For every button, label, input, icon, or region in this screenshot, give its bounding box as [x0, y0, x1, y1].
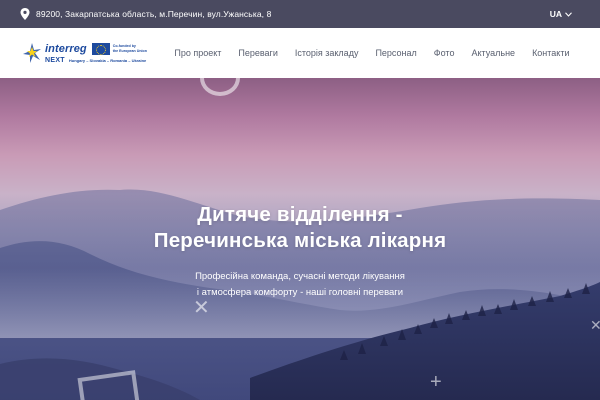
address-text: 89200, Закарпатська область, м.Перечин, … [36, 9, 272, 19]
nav-item-staff[interactable]: Персонал [367, 48, 425, 58]
hero-title: Дитяче відділення - Перечинська міська л… [0, 202, 600, 254]
eu-flag-icon [91, 42, 110, 55]
main-nav: Про проект Переваги Історія закладу Перс… [166, 48, 578, 58]
hero-banner: ✕ + ✕ Дитяче відділення - Перечинська мі… [0, 78, 600, 400]
decorative-cross-icon-2: ✕ [590, 317, 600, 333]
logo-countries: Hungary – Slovakia – Romania – Ukraine [68, 57, 147, 63]
nav-item-history[interactable]: Історія закладу [286, 48, 367, 58]
hero-subtitle-line2: і атмосфера комфорту - наші головні пере… [196, 287, 404, 298]
language-label: UA [549, 9, 562, 19]
map-pin-icon [20, 8, 30, 20]
language-switcher[interactable]: UA [550, 9, 572, 19]
logo-next: NEXT [45, 56, 65, 64]
nav-item-contacts[interactable]: Контакти [524, 48, 578, 58]
hero-subtitle: Професійна команда, сучасні методи лікув… [0, 269, 600, 301]
decorative-cross-icon: ✕ [193, 297, 210, 319]
top-info-bar: 89200, Закарпатська область, м.Перечин, … [0, 0, 600, 28]
eu-funding-text: Co-funded by the European Union [112, 44, 147, 53]
nav-item-photo[interactable]: Фото [425, 48, 463, 58]
interreg-star-icon [22, 41, 42, 65]
hero-title-line1: Дитяче відділення - [197, 203, 403, 226]
nav-item-news[interactable]: Актуальне [463, 48, 524, 58]
hero-subtitle-line1: Професійна команда, сучасні методи лікув… [195, 271, 405, 282]
site-header: interreg Co-funded by the European Union… [0, 28, 600, 78]
nav-item-advantages[interactable]: Переваги [230, 48, 286, 58]
logo-text-block: interreg Co-funded by the European Union… [45, 42, 147, 64]
hero-title-line2: Перечинська міська лікарня [153, 229, 447, 252]
chevron-down-icon [565, 11, 572, 17]
nav-item-about[interactable]: Про проект [166, 48, 230, 58]
decorative-plus-icon: + [430, 371, 442, 393]
logo-word: interreg [45, 42, 87, 55]
interreg-logo[interactable]: interreg Co-funded by the European Union… [22, 36, 162, 70]
